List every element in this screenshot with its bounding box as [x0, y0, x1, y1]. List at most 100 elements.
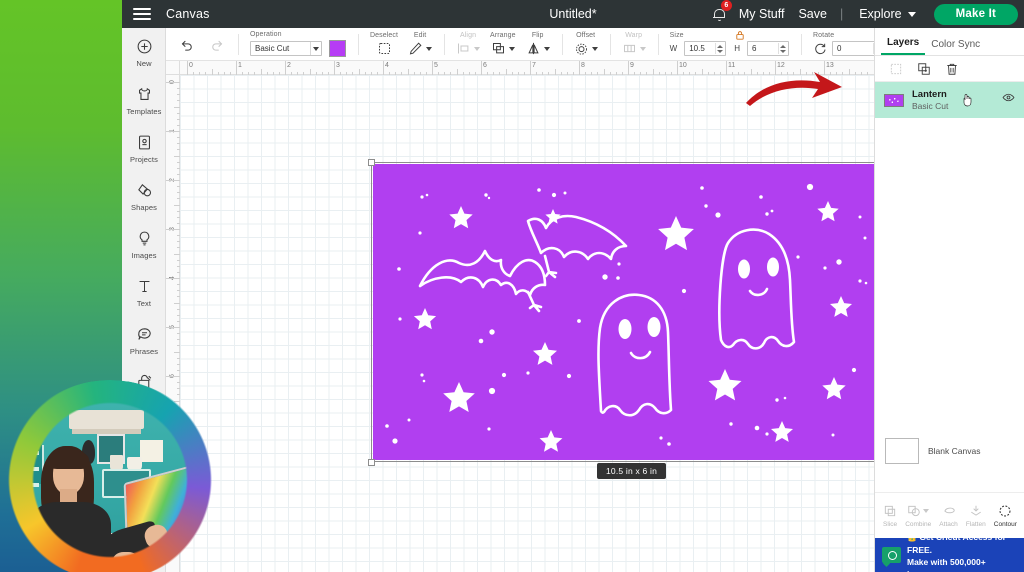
resize-handle-bottom-left[interactable] [368, 459, 375, 466]
hamburger-menu-icon[interactable] [122, 8, 162, 20]
ruler-h-minor-line [450, 72, 452, 75]
ruler-v-minor-line [177, 296, 180, 298]
trash-icon[interactable] [945, 62, 959, 76]
ruler-h-major-line [628, 61, 629, 75]
resize-handle-top-left[interactable] [368, 159, 375, 166]
ruler-v-minor-line [177, 222, 180, 224]
ruler-h-tick: 7 [532, 62, 536, 69]
ruler-h-minor-line [560, 72, 562, 75]
tab-color-sync[interactable]: Color Sync [925, 39, 986, 55]
cricut-access-promo-banner[interactable]: 👑 Get Cricut Access for FREE. Make with … [875, 538, 1024, 572]
slice-button[interactable]: Slice [883, 504, 897, 528]
artboard-lantern[interactable] [373, 164, 874, 460]
tab-layers[interactable]: Layers [881, 37, 926, 55]
top-bar-divider: | [839, 7, 844, 21]
ruler-h-minor-line [493, 72, 495, 75]
ruler-h-minor-line [499, 72, 501, 75]
rail-item-phrases[interactable]: Phrases [122, 316, 166, 364]
make-it-button[interactable]: Make It [933, 3, 1018, 25]
ruler-h-minor-line [799, 69, 801, 75]
layer-operation: Basic Cut [912, 101, 949, 111]
align-button[interactable]: Align [451, 32, 485, 56]
blank-canvas-row[interactable]: Blank Canvas [875, 430, 1024, 472]
ruler-h-major-line [432, 61, 433, 75]
group-icon[interactable] [889, 62, 903, 76]
blank-canvas-swatch[interactable] [885, 438, 919, 464]
flatten-button[interactable]: Flatten [966, 504, 986, 528]
contour-button[interactable]: Contour [994, 504, 1017, 528]
width-input[interactable]: 10.5 [684, 41, 727, 56]
width-prefix: W [669, 44, 678, 53]
webcam-presenter-overlay [4, 380, 216, 572]
attach-icon [942, 504, 956, 518]
arrange-group: Align Arrange Flip [444, 28, 562, 60]
ruler-h-minor-line [376, 72, 378, 75]
ruler-h-minor-line [425, 72, 427, 75]
operation-select[interactable]: Basic Cut [250, 41, 322, 56]
layer-row-lantern[interactable]: Lantern Basic Cut [875, 82, 1024, 118]
combine-icon [907, 504, 930, 518]
ruler-h-minor-line [732, 72, 734, 75]
height-stepper[interactable] [778, 43, 787, 54]
rail-item-text[interactable]: Text [122, 268, 166, 316]
rail-label-text: Text [136, 298, 152, 308]
offset-button[interactable]: Offset [569, 32, 603, 56]
rotate-icon[interactable] [813, 42, 827, 56]
ruler-h-minor-line [811, 72, 813, 75]
flip-button[interactable]: Flip [521, 32, 555, 56]
notification-bell-icon[interactable]: 6 [706, 0, 732, 27]
ruler-h-minor-line [297, 72, 299, 75]
promo-line-2: Make with 500,000+ images. [907, 556, 986, 572]
operation-value: Basic Cut [255, 44, 290, 53]
rail-item-projects[interactable]: Projects [122, 124, 166, 172]
explore-machine-selector[interactable]: Explore [849, 7, 921, 21]
edit-button[interactable]: Edit [403, 32, 437, 56]
deselect-button[interactable]: Deselect [365, 32, 403, 56]
rail-item-new[interactable]: New [122, 28, 166, 76]
height-input[interactable]: 6 [747, 41, 789, 56]
ruler-h-minor-line [554, 69, 556, 75]
ruler-h-minor-line [248, 72, 250, 75]
eye-icon[interactable] [1002, 91, 1015, 109]
promo-line-1: Get Cricut Access for FREE. [907, 538, 1006, 555]
rail-item-shapes[interactable]: Shapes [122, 172, 166, 220]
ruler-h-minor-line [683, 72, 685, 75]
lock-aspect-ratio-icon[interactable] [735, 28, 746, 46]
canvas-label[interactable]: Canvas [166, 7, 210, 21]
ruler-h-major-line [334, 61, 335, 75]
duplicate-icon[interactable] [917, 62, 931, 76]
size-badge: 10.5 in x 6 in [597, 463, 666, 479]
ruler-h-tick: 9 [630, 62, 634, 69]
save-button[interactable]: Save [791, 7, 834, 21]
warp-label: Warp [625, 32, 643, 39]
flatten-icon [969, 504, 983, 518]
undo-arrow-icon[interactable] [173, 37, 202, 52]
history-group [166, 28, 238, 60]
ruler-h-minor-line [768, 72, 770, 75]
my-stuff-link[interactable]: My Stuff [732, 7, 792, 21]
size-group: Size W 10.5 H 6 [657, 28, 801, 60]
rail-label-shapes: Shapes [130, 202, 158, 212]
ruler-v-minor-line [177, 265, 180, 267]
attach-button[interactable]: Attach [939, 504, 958, 528]
top-bar-right: 6 My Stuff Save | Explore Make It [706, 0, 1024, 27]
redo-arrow-icon[interactable] [202, 37, 231, 52]
ruler-h-minor-line [701, 69, 703, 75]
ruler-h-minor-line [444, 72, 446, 75]
rail-item-images[interactable]: Images [122, 220, 166, 268]
layer-name: Lantern [912, 89, 947, 100]
ruler-v-minor-line [177, 149, 180, 151]
arrange-button[interactable]: Arrange [485, 32, 521, 56]
ruler-h-minor-line [652, 69, 654, 75]
warp-button[interactable]: Warp [617, 32, 651, 56]
rail-label-new: New [136, 58, 152, 68]
ruler-h-tick: 12 [777, 62, 785, 69]
flip-label: Flip [531, 32, 544, 39]
width-stepper[interactable] [715, 43, 724, 54]
combine-button[interactable]: Combine [905, 504, 931, 528]
rail-item-templates[interactable]: Templates [122, 76, 166, 124]
canvas-area[interactable]: 10.5 in x 6 in 012345678910111213 012345… [166, 61, 874, 572]
deselect-icon [377, 41, 392, 56]
ruler-h-tick: 2 [287, 62, 291, 69]
color-swatch-button[interactable] [329, 40, 346, 57]
